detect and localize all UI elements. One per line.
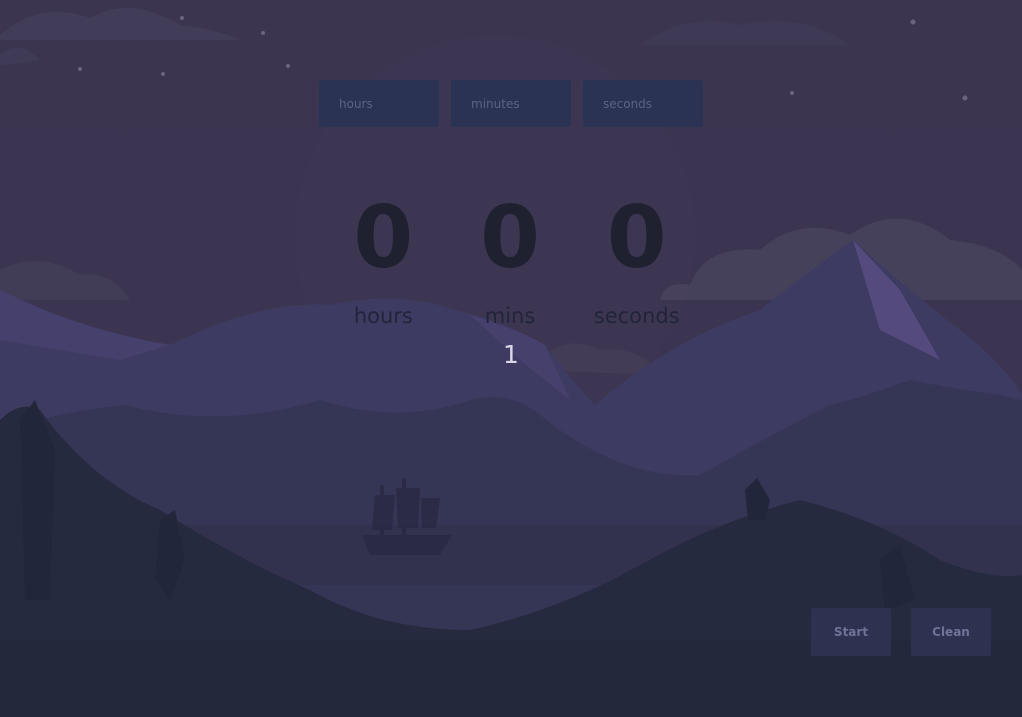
countdown-display: 0 hours 0 mins 0 seconds bbox=[320, 188, 700, 328]
clean-button[interactable]: Clean bbox=[911, 608, 991, 656]
mins-label: mins bbox=[484, 304, 536, 328]
timer-app: 0 hours 0 mins 0 seconds 1 Start Clean bbox=[0, 0, 1022, 717]
seconds-label: seconds bbox=[593, 304, 680, 328]
start-button[interactable]: Start bbox=[811, 608, 891, 656]
hours-unit: 0 hours bbox=[320, 188, 447, 328]
minutes-input[interactable] bbox=[451, 80, 571, 127]
mins-unit: 0 mins bbox=[447, 188, 574, 328]
seconds-unit: 0 seconds bbox=[573, 188, 700, 328]
seconds-value: 0 bbox=[606, 188, 667, 288]
counter-value: 1 bbox=[503, 340, 519, 369]
seconds-input[interactable] bbox=[583, 80, 703, 127]
time-inputs bbox=[319, 80, 703, 127]
hours-label: hours bbox=[353, 304, 413, 328]
mins-value: 0 bbox=[480, 188, 540, 288]
hours-input[interactable] bbox=[319, 80, 439, 127]
hours-value: 0 bbox=[353, 188, 414, 288]
